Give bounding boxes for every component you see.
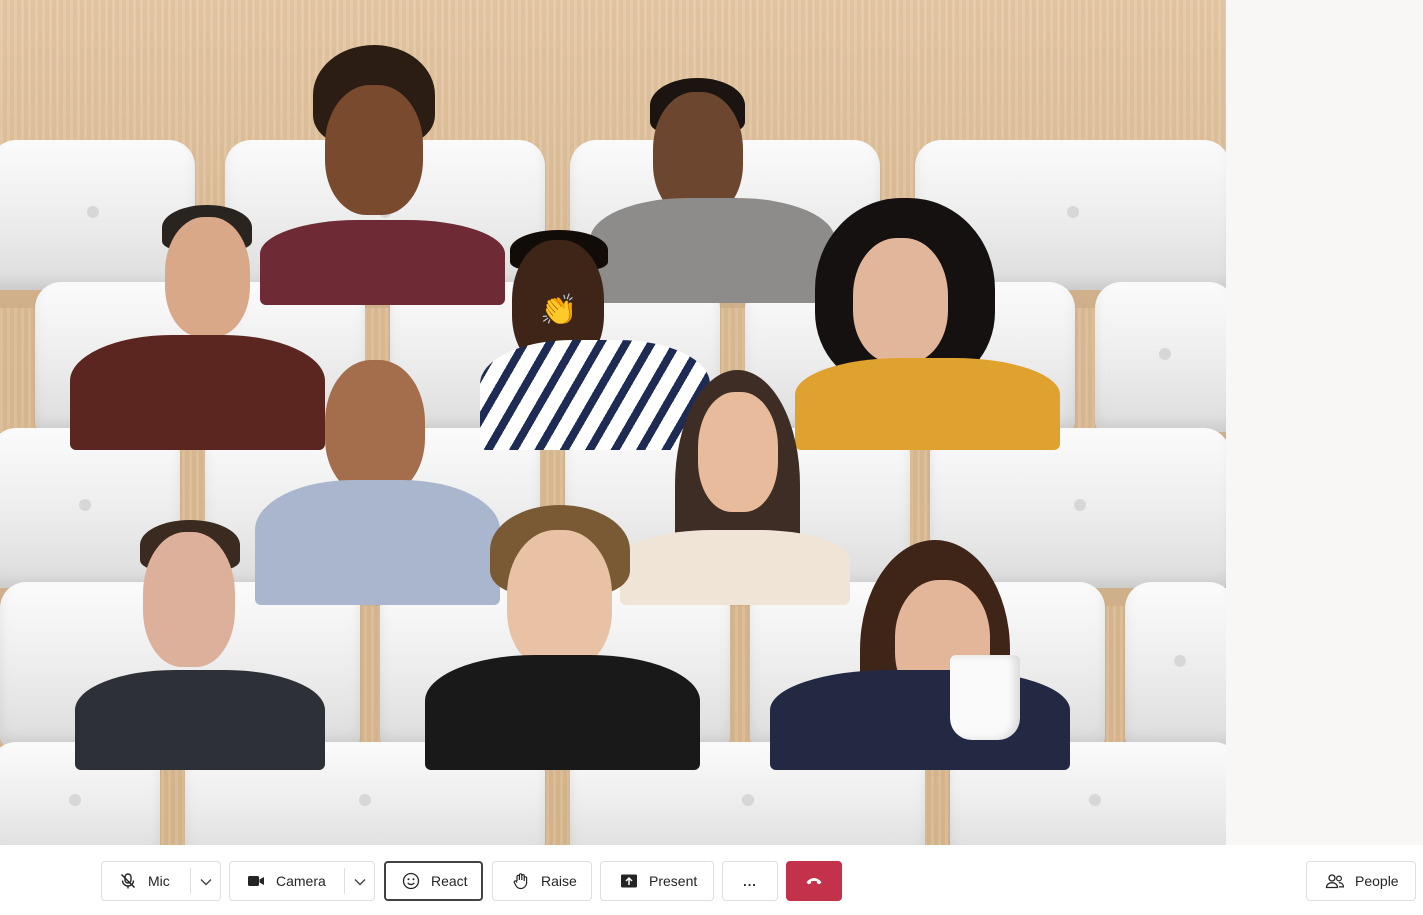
meeting-controls-bar: Mic Camera React Raise Present ... Peopl… [0,845,1423,915]
hang-up-icon [805,873,823,889]
raise-hand-button[interactable]: Raise [492,861,592,901]
camera-options-dropdown[interactable] [345,862,375,900]
camera-toggle-button[interactable]: Camera [230,862,344,900]
mic-off-icon [118,871,138,891]
present-label: Present [649,873,698,889]
seat [1095,282,1226,432]
seat [1125,582,1226,747]
chevron-down-icon [354,873,366,889]
participant-video [770,540,1070,770]
camera-button-group: Camera [229,861,375,901]
smile-icon [401,871,421,891]
mic-button-group: Mic [101,861,221,901]
raise-label: Raise [541,873,577,889]
together-mode-stage: 👏 [0,0,1226,845]
react-button[interactable]: React [384,861,483,901]
video-camera-icon [246,871,266,891]
clapping-hands-emoji: 👏 [540,294,578,327]
share-screen-icon [619,871,639,891]
more-options-button[interactable]: ... [722,861,778,901]
camera-label: Camera [276,873,326,889]
mic-options-dropdown[interactable] [191,862,221,900]
chevron-down-icon [200,873,212,889]
people-label: People [1355,873,1399,889]
more-options-icon: ... [743,873,757,889]
people-icon [1325,871,1345,891]
react-label: React [431,873,468,889]
mic-label: Mic [148,873,170,889]
mic-toggle-button[interactable]: Mic [102,862,190,900]
side-panel [1226,0,1423,845]
participant-video [75,520,325,770]
present-button[interactable]: Present [600,861,714,901]
leave-call-button[interactable] [786,861,842,901]
people-button[interactable]: People [1306,861,1416,901]
hand-icon [511,871,531,891]
participant-video [425,505,700,770]
